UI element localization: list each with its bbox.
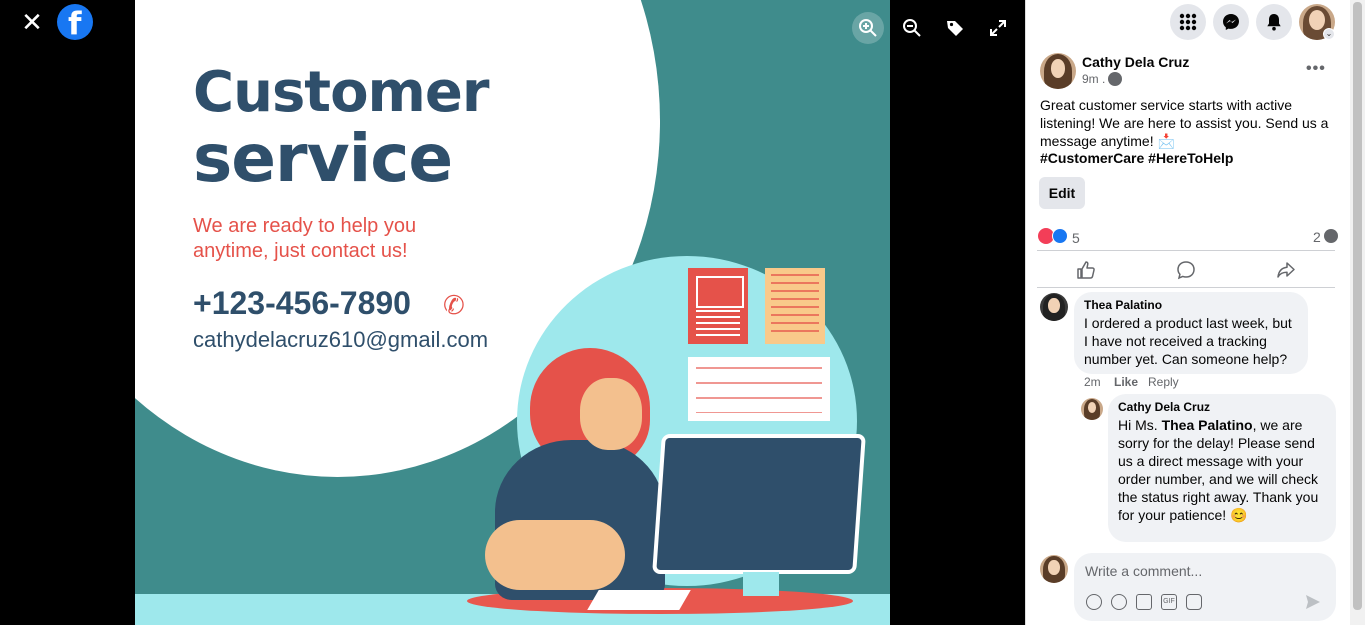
more-options-icon[interactable]: ••• (1306, 60, 1330, 80)
document-illustration-red (688, 268, 748, 344)
zoom-in-icon[interactable] (852, 12, 884, 44)
reaction-count[interactable]: 5 (1072, 230, 1080, 246)
comment-reply-link[interactable]: Reply (1148, 375, 1179, 389)
photo-viewer-page: ✕ f Customer service We are ready to hel… (0, 0, 1365, 625)
monitor-stand-illustration (743, 572, 779, 596)
facebook-logo-letter: f (68, 6, 82, 42)
edit-button[interactable]: Edit (1039, 177, 1085, 209)
comment-bubble-icon (1324, 229, 1338, 243)
comment-author[interactable]: Thea Palatino (1084, 298, 1296, 312)
reply-mention[interactable]: Thea Palatino (1162, 417, 1253, 433)
scrollbar-thumb[interactable] (1353, 2, 1362, 610)
monitor-illustration (652, 434, 866, 574)
phone-icon: ✆ (443, 290, 465, 320)
panel-scrollbar[interactable] (1350, 0, 1365, 625)
tag-icon[interactable] (939, 12, 971, 44)
like-reaction-icon (1052, 228, 1068, 244)
reply-bubble: Cathy Dela Cruz Hi Ms. Thea Palatino, we… (1108, 394, 1336, 542)
messenger-icon[interactable] (1213, 4, 1249, 40)
photo-phone: +123-456-7890 (193, 285, 411, 321)
checklist-illustration (688, 357, 830, 421)
person-arm-illustration (485, 520, 625, 590)
share-button[interactable] (1237, 256, 1335, 284)
post-text: Great customer service starts with activ… (1040, 97, 1329, 149)
post-author-name[interactable]: Cathy Dela Cruz (1082, 54, 1189, 70)
photo-email: cathydelacruz610@gmail.com (193, 327, 489, 352)
notifications-icon[interactable] (1256, 4, 1292, 40)
divider (1037, 287, 1335, 288)
post-author-avatar[interactable] (1040, 53, 1076, 89)
chevron-down-icon[interactable]: ⌄ (1323, 28, 1335, 40)
reply-text-prefix: Hi Ms. (1118, 417, 1162, 433)
comment-count[interactable]: 2 (1313, 229, 1321, 245)
comment-like-link[interactable]: Like (1114, 375, 1138, 389)
comment-input-placeholder: Write a comment... (1085, 563, 1203, 579)
post-photo[interactable]: Customer service We are ready to help yo… (135, 0, 890, 625)
commenter-avatar[interactable] (1040, 293, 1068, 321)
avatar-sticker-icon[interactable] (1086, 594, 1102, 610)
sticker-icon[interactable] (1186, 594, 1202, 610)
post-timestamp[interactable]: 9m . (1082, 72, 1105, 86)
camera-icon[interactable] (1136, 594, 1152, 610)
composer-avatar[interactable] (1040, 555, 1068, 583)
document-illustration-yellow (765, 268, 825, 344)
fullscreen-icon[interactable] (982, 12, 1014, 44)
photo-title-line2: service (193, 120, 453, 197)
like-button[interactable] (1037, 256, 1135, 284)
emoji-icon[interactable] (1111, 594, 1127, 610)
close-icon[interactable]: ✕ (18, 8, 46, 36)
zoom-out-icon[interactable] (896, 12, 928, 44)
reply-author-avatar[interactable] (1081, 398, 1103, 420)
send-icon[interactable] (1305, 594, 1321, 610)
photo-title-line1: Customer (193, 60, 489, 125)
comment-button[interactable] (1137, 256, 1235, 284)
comment-timestamp[interactable]: 2m (1084, 375, 1101, 389)
globe-icon (1108, 72, 1122, 86)
photo-viewer: ✕ f Customer service We are ready to hel… (0, 0, 1025, 625)
person-face-illustration (580, 378, 642, 450)
reply-author[interactable]: Cathy Dela Cruz (1118, 400, 1324, 414)
photo-tagline-line2: anytime, just contact us! (193, 240, 408, 262)
menu-grid-icon[interactable] (1170, 4, 1206, 40)
paper-illustration (587, 590, 691, 610)
comment-bubble: Thea Palatino I ordered a product last w… (1074, 292, 1308, 374)
divider (1037, 250, 1335, 251)
comment-text: I ordered a product last week, but I hav… (1084, 315, 1292, 367)
photo-tagline-line1: We are ready to help you (193, 215, 417, 237)
facebook-logo[interactable]: f (57, 4, 93, 42)
post-hashtags[interactable]: #CustomerCare #HereToHelp (1040, 150, 1233, 166)
reply-text: Hi Ms. Thea Palatino, we are sorry for t… (1118, 416, 1324, 524)
gif-icon[interactable]: GIF (1161, 594, 1177, 610)
